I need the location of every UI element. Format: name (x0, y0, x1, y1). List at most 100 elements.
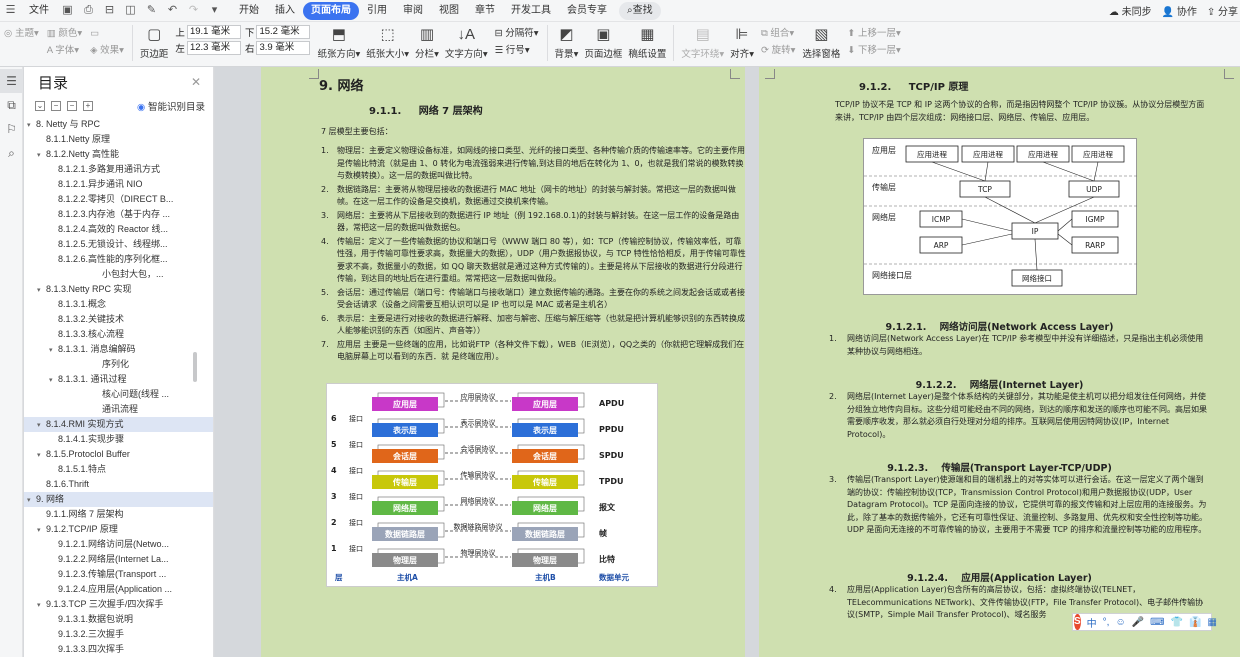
margin-bottom-input[interactable]: 15.2 毫米 (256, 25, 311, 39)
sogou-logo-icon[interactable]: S (1074, 614, 1081, 630)
toc-item[interactable]: ▾ 8.1.3.Netty RPC 实现 (24, 282, 213, 297)
effects-button[interactable]: ◈ 效果▾ (90, 42, 124, 59)
chevron-down-icon[interactable]: ▾ (49, 343, 58, 357)
share-button[interactable]: ⇪ 分享 (1207, 3, 1238, 18)
chevron-down-icon[interactable]: ▾ (37, 418, 46, 432)
customize-icon[interactable]: ▾ (207, 3, 222, 18)
toc-scrollbar[interactable] (193, 352, 197, 382)
margin-left-input[interactable]: 12.3 毫米 (186, 41, 241, 55)
chapter-nav-icon[interactable]: ⧉ (0, 93, 23, 117)
columns-button[interactable]: ▥ 分栏▾ (415, 25, 439, 60)
skin-icon[interactable]: 👕 (1171, 617, 1183, 628)
toc-item[interactable]: 8.1.2.6.高性能的序列化框... (24, 252, 213, 267)
toc-item[interactable]: 8.1.6.Thrift (24, 477, 213, 492)
toc-item[interactable]: 9.1.1.网络 7 层架构 (24, 507, 213, 522)
page-margin-button[interactable]: ▢ 页边距 (140, 25, 169, 60)
toc-item[interactable]: 8.1.2.4.高效的 Reactor 线... (24, 222, 213, 237)
search-button[interactable]: ⌕查找 (619, 1, 661, 20)
redo-icon[interactable]: ↷ (186, 3, 201, 18)
minus-icon[interactable]: − (67, 101, 77, 111)
chevron-down-icon[interactable]: ▾ (37, 523, 46, 537)
toc-item[interactable]: 8.1.3.1.概念 (24, 297, 213, 312)
grid-icon[interactable]: ▦ (1207, 617, 1216, 628)
toc-item[interactable]: 9.1.3.3.四次挥手 (24, 642, 213, 657)
colors-button[interactable]: ▥ 颜色▾ (47, 25, 82, 42)
toc-item[interactable]: 8.1.2.5.无锁设计、线程绑... (24, 237, 213, 252)
toc-item[interactable]: ▾ 9.1.2.TCP/IP 原理 (24, 522, 213, 537)
toc-item[interactable]: 小包封大包，... (24, 267, 213, 282)
tab-references[interactable]: 引用 (359, 2, 395, 20)
send-backward-button[interactable]: ⬇ 下移一层▾ (847, 42, 900, 59)
tab-section[interactable]: 章节 (467, 2, 503, 20)
tab-developer[interactable]: 开发工具 (503, 2, 559, 20)
rotate-button[interactable]: ⟳ 旋转▾ (761, 42, 795, 59)
text-wrap-button[interactable]: ▤ 文字环绕▾ (681, 25, 724, 60)
page-border-button[interactable]: ▣ 页面边框 (584, 25, 622, 60)
print-icon[interactable]: ⊟ (102, 3, 117, 18)
toc-item[interactable]: 序列化 (24, 357, 213, 372)
ime-lang[interactable]: 中 (1087, 615, 1097, 630)
print-preview-icon[interactable]: ◫ (123, 3, 138, 18)
keyboard-icon[interactable]: ⌨ (1150, 617, 1164, 628)
chevron-down-icon[interactable]: ▾ (37, 148, 46, 162)
chevron-down-icon[interactable]: ▾ (27, 493, 36, 507)
ime-punct[interactable]: °, (1103, 617, 1110, 628)
fonts-button[interactable]: A 字体▾ (47, 42, 82, 59)
toc-item[interactable]: 8.1.3.3.核心流程 (24, 327, 213, 342)
toc-item[interactable]: ▾ 8.1.2.Netty 高性能 (24, 147, 213, 162)
chevron-down-icon[interactable]: ▾ (27, 118, 36, 132)
shirt-icon[interactable]: 👔 (1189, 617, 1201, 628)
export-pdf-icon[interactable]: ⎙ (81, 3, 96, 18)
toc-item[interactable]: 9.1.3.1.数据包说明 (24, 612, 213, 627)
margin-top-input[interactable]: 19.1 毫米 (186, 25, 241, 39)
margin-right-input[interactable]: 3.9 毫米 (256, 41, 311, 55)
close-icon[interactable]: ✕ (191, 75, 201, 89)
paper-size-button[interactable]: ⬚ 纸张大小▾ (366, 25, 409, 60)
selection-pane-button[interactable]: ▧ 选择窗格 (802, 25, 840, 60)
undo-icon[interactable]: ↶ (165, 3, 180, 18)
sync-status[interactable]: ☁ 未同步 (1109, 3, 1152, 18)
toc-item[interactable]: 通讯流程 (24, 402, 213, 417)
bookmark-icon[interactable]: ⚐ (0, 117, 23, 141)
chevron-down-icon[interactable]: ▾ (37, 448, 46, 462)
toc-item[interactable]: ▾ 9. 网络 (24, 492, 213, 507)
tab-view[interactable]: 视图 (431, 2, 467, 20)
emoji-icon[interactable]: ☺ (1115, 617, 1125, 628)
manuscript-settings-button[interactable]: ▦ 稿纸设置 (628, 25, 666, 60)
breaks-button[interactable]: ⊟ 分隔符▾ (495, 25, 539, 42)
orientation-button[interactable]: ⬒ 纸张方向▾ (317, 25, 360, 60)
toc-item[interactable]: 9.1.2.2.网络层(Internet La... (24, 552, 213, 567)
menu-file[interactable]: 文件 (21, 2, 57, 20)
tab-member[interactable]: 会员专享 (559, 2, 615, 20)
toc-item[interactable]: 核心问题(线程 ... (24, 387, 213, 402)
toc-item[interactable]: 8.1.2.3.内存池（基于内存 ... (24, 207, 213, 222)
toc-item[interactable]: ▾ 8. Netty 与 RPC (24, 117, 213, 132)
toc-item[interactable]: 8.1.2.2.零拷贝（DIRECT B... (24, 192, 213, 207)
line-numbers-button[interactable]: ☰ 行号▾ (495, 42, 539, 59)
toc-item[interactable]: ▾ 8.1.4.RMI 实现方式 (24, 417, 213, 432)
toc-item[interactable]: 8.1.3.2.关键技术 (24, 312, 213, 327)
text-direction-button[interactable]: ↓A 文字方向▾ (445, 25, 488, 61)
theme-button[interactable]: ◎ 主题▾ (4, 25, 39, 42)
toc-panel-icon[interactable]: ☰ (0, 69, 23, 93)
chevron-down-icon[interactable]: ▾ (49, 373, 58, 387)
toc-item[interactable]: 9.1.2.3.传输层(Transport ... (24, 567, 213, 582)
toc-item[interactable]: ▾ 9.1.3.TCP 三次握手/四次挥手 (24, 597, 213, 612)
align-button[interactable]: ⊫ 对齐▾ (730, 25, 754, 60)
tab-review[interactable]: 审阅 (395, 2, 431, 20)
toc-item[interactable]: ▾ 8.1.5.Protoclol Buffer (24, 447, 213, 462)
microphone-icon[interactable]: 🎤 (1132, 617, 1144, 628)
find-icon[interactable]: ⌕ (0, 141, 23, 165)
expand-all-icon[interactable]: ⌄ (35, 101, 45, 111)
chevron-down-icon[interactable]: ▾ (37, 598, 46, 612)
collapse-icon[interactable]: − (51, 101, 61, 111)
save-icon[interactable]: ▣ (60, 3, 75, 18)
toc-item[interactable]: 9.1.3.2.三次握手 (24, 627, 213, 642)
toc-item[interactable]: 9.1.2.1.网络访问层(Netwo... (24, 537, 213, 552)
format-painter-icon[interactable]: ✎ (144, 3, 159, 18)
toc-item[interactable]: ▾ 8.1.3.1. 消息编解码 (24, 342, 213, 357)
bring-forward-button[interactable]: ⬆ 上移一层▾ (847, 25, 900, 42)
toc-item[interactable]: 8.1.2.1.多路复用通讯方式 (24, 162, 213, 177)
group-button[interactable]: ⧉ 组合▾ (761, 25, 795, 42)
toc-item[interactable]: 8.1.2.1.异步通讯 NIO (24, 177, 213, 192)
